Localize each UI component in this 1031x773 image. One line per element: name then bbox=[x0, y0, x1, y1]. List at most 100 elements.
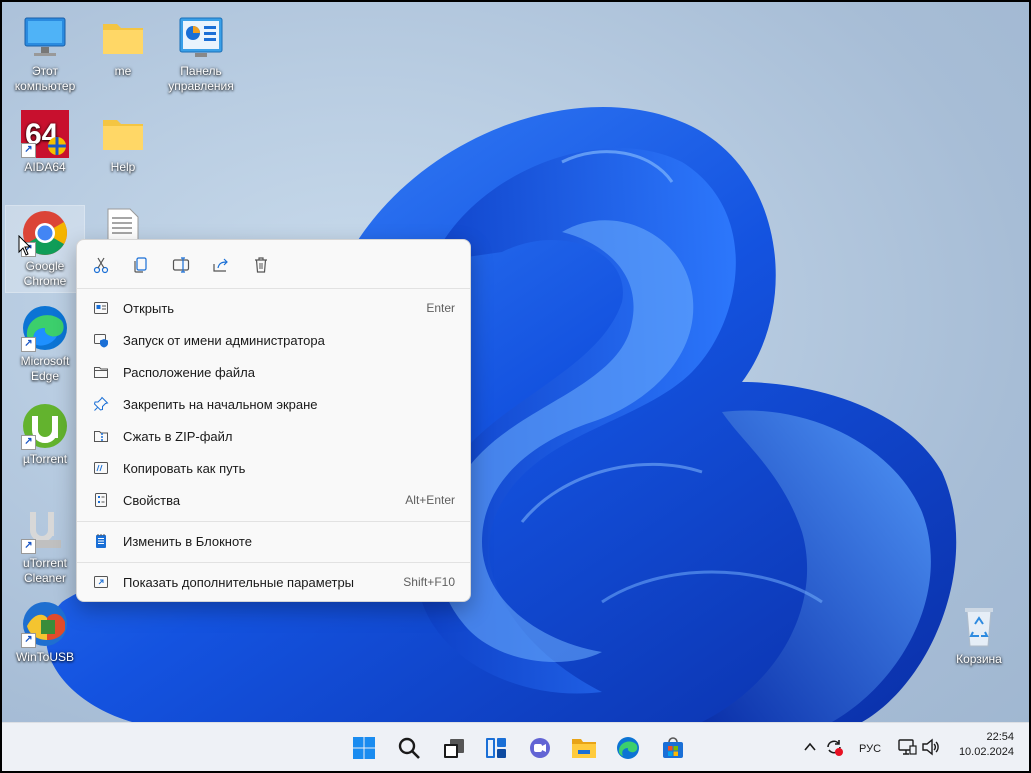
mouse-cursor-icon bbox=[18, 235, 32, 256]
properties-icon bbox=[92, 491, 110, 509]
share-icon bbox=[213, 258, 228, 272]
notepad-icon bbox=[92, 532, 110, 550]
volume-button[interactable] bbox=[921, 738, 941, 761]
chevron-up-icon bbox=[804, 742, 816, 751]
context-menu-toolbar bbox=[77, 240, 470, 288]
menu-item-pin-to-start[interactable]: Закрепить на начальном экране bbox=[81, 389, 466, 419]
desktop-icon-label: Корзина bbox=[956, 652, 1002, 666]
share-button[interactable] bbox=[210, 254, 232, 276]
clock-date: 10.02.2024 bbox=[958, 746, 1014, 758]
folder-icon bbox=[92, 363, 110, 381]
start-button[interactable] bbox=[351, 735, 377, 761]
more-options-icon bbox=[92, 573, 110, 591]
menu-item-edit-in-notepad[interactable]: Изменить в Блокноте bbox=[81, 526, 466, 556]
shortcut-arrow-icon: ↗ bbox=[21, 337, 36, 352]
control-panel-icon bbox=[177, 14, 225, 62]
cut-icon bbox=[93, 257, 109, 274]
shortcut-arrow-icon: ↗ bbox=[21, 539, 36, 554]
text-file-icon bbox=[107, 208, 139, 241]
desktop-icon-label: Google Chrome bbox=[23, 259, 67, 288]
search-button[interactable] bbox=[396, 735, 422, 761]
menu-separator bbox=[77, 288, 470, 289]
desktop-icon-aida64[interactable]: 64 ↗ AIDA64 bbox=[6, 110, 84, 175]
desktop-icon-utorrent[interactable]: ↗ µTorrent bbox=[6, 402, 84, 467]
file-explorer-button[interactable] bbox=[571, 735, 597, 761]
edge-taskbar-button[interactable] bbox=[615, 735, 641, 761]
desktop-icon-utorrent-cleaner[interactable]: ↗ uTorrent Cleaner bbox=[6, 506, 84, 586]
cut-button[interactable] bbox=[90, 254, 112, 276]
desktop-icon-help[interactable]: Help bbox=[84, 110, 162, 175]
store-icon bbox=[663, 737, 683, 758]
desktop-icon-label: Этот компьютер bbox=[14, 64, 76, 93]
shield-icon bbox=[92, 331, 110, 349]
file-explorer-icon bbox=[572, 739, 596, 758]
desktop-icon-label: µTorrent bbox=[22, 452, 68, 466]
volume-icon bbox=[922, 738, 939, 756]
network-icon bbox=[898, 739, 917, 755]
desktop-icon-recycle-bin[interactable]: Корзина bbox=[940, 602, 1018, 667]
start-icon bbox=[353, 737, 375, 759]
show-hidden-icons-button[interactable] bbox=[802, 739, 818, 760]
delete-icon bbox=[255, 257, 267, 273]
menu-item-run-as-admin[interactable]: Запуск от имени администратора bbox=[81, 325, 466, 355]
utorrent-cleaner-icon: ↗ bbox=[21, 506, 69, 554]
rename-button[interactable] bbox=[170, 254, 192, 276]
copy-icon bbox=[134, 257, 147, 273]
desktop-icon-label: uTorrent Cleaner bbox=[22, 556, 68, 585]
menu-separator bbox=[77, 562, 470, 563]
copy-path-icon bbox=[92, 459, 110, 477]
desktop-icon-label: AIDA64 bbox=[24, 160, 66, 174]
desktop-icon-label: me bbox=[114, 64, 132, 78]
aida64-icon: 64 ↗ bbox=[21, 110, 69, 158]
update-icon bbox=[827, 740, 843, 756]
clock-time: 22:54 bbox=[986, 731, 1014, 743]
network-button[interactable] bbox=[897, 738, 917, 761]
task-view-button[interactable] bbox=[441, 735, 467, 761]
utorrent-icon: ↗ bbox=[21, 402, 69, 450]
desktop[interactable]: Этот компьютер me Панель управления 64 ↗… bbox=[2, 2, 1029, 771]
folder-icon bbox=[99, 110, 147, 158]
desktop-icon-label: Microsoft Edge bbox=[20, 354, 70, 383]
widgets-button[interactable] bbox=[483, 735, 509, 761]
update-tray-button[interactable] bbox=[824, 737, 844, 762]
menu-item-file-location[interactable]: Расположение файла bbox=[81, 357, 466, 387]
desktop-icon-wintousb[interactable]: ↗ WinToUSB bbox=[6, 600, 84, 665]
widgets-icon bbox=[486, 738, 506, 758]
menu-item-open[interactable]: Открыть Enter bbox=[81, 293, 466, 323]
edge-icon: ↗ bbox=[21, 304, 69, 352]
folder-icon bbox=[99, 14, 147, 62]
clock[interactable]: 22:54 10.02.2024 bbox=[950, 731, 1014, 758]
menu-item-properties[interactable]: Свойства Alt+Enter bbox=[81, 485, 466, 515]
delete-button[interactable] bbox=[250, 254, 272, 276]
copy-button[interactable] bbox=[130, 254, 152, 276]
store-button[interactable] bbox=[660, 735, 686, 761]
desktop-icon-label: WinToUSB bbox=[15, 650, 74, 664]
input-language[interactable]: РУС bbox=[859, 743, 881, 755]
chat-icon bbox=[530, 738, 550, 758]
desktop-icon-microsoft-edge[interactable]: ↗ Microsoft Edge bbox=[6, 304, 84, 384]
open-icon bbox=[92, 299, 110, 317]
monitor-icon bbox=[21, 14, 69, 62]
pin-icon bbox=[92, 395, 110, 413]
search-icon bbox=[398, 737, 420, 759]
desktop-icon-label: Панель управления bbox=[168, 64, 234, 93]
menu-item-zip[interactable]: Сжать в ZIP-файл bbox=[81, 421, 466, 451]
zip-icon bbox=[92, 427, 110, 445]
context-menu: Открыть Enter Запуск от имени администра… bbox=[76, 239, 471, 602]
recycle-bin-icon bbox=[955, 602, 1003, 650]
desktop-icon-label: Help bbox=[110, 160, 136, 174]
shortcut-arrow-icon: ↗ bbox=[21, 633, 36, 648]
menu-item-copy-as-path[interactable]: Копировать как путь bbox=[81, 453, 466, 483]
menu-item-more-options[interactable]: Показать дополнительные параметры Shift+… bbox=[81, 567, 466, 597]
edge-icon bbox=[617, 737, 639, 759]
desktop-icon-me[interactable]: me bbox=[84, 14, 162, 79]
taskbar: РУС 22:54 10.02.2024 bbox=[2, 722, 1029, 771]
menu-separator bbox=[77, 521, 470, 522]
desktop-icon-text-file[interactable] bbox=[106, 208, 140, 241]
desktop-icon-this-pc[interactable]: Этот компьютер bbox=[6, 14, 84, 94]
task-view-icon bbox=[444, 739, 464, 758]
chat-button[interactable] bbox=[527, 735, 553, 761]
shortcut-arrow-icon: ↗ bbox=[21, 435, 36, 450]
shortcut-arrow-icon: ↗ bbox=[21, 143, 36, 158]
desktop-icon-control-panel[interactable]: Панель управления bbox=[162, 14, 240, 94]
